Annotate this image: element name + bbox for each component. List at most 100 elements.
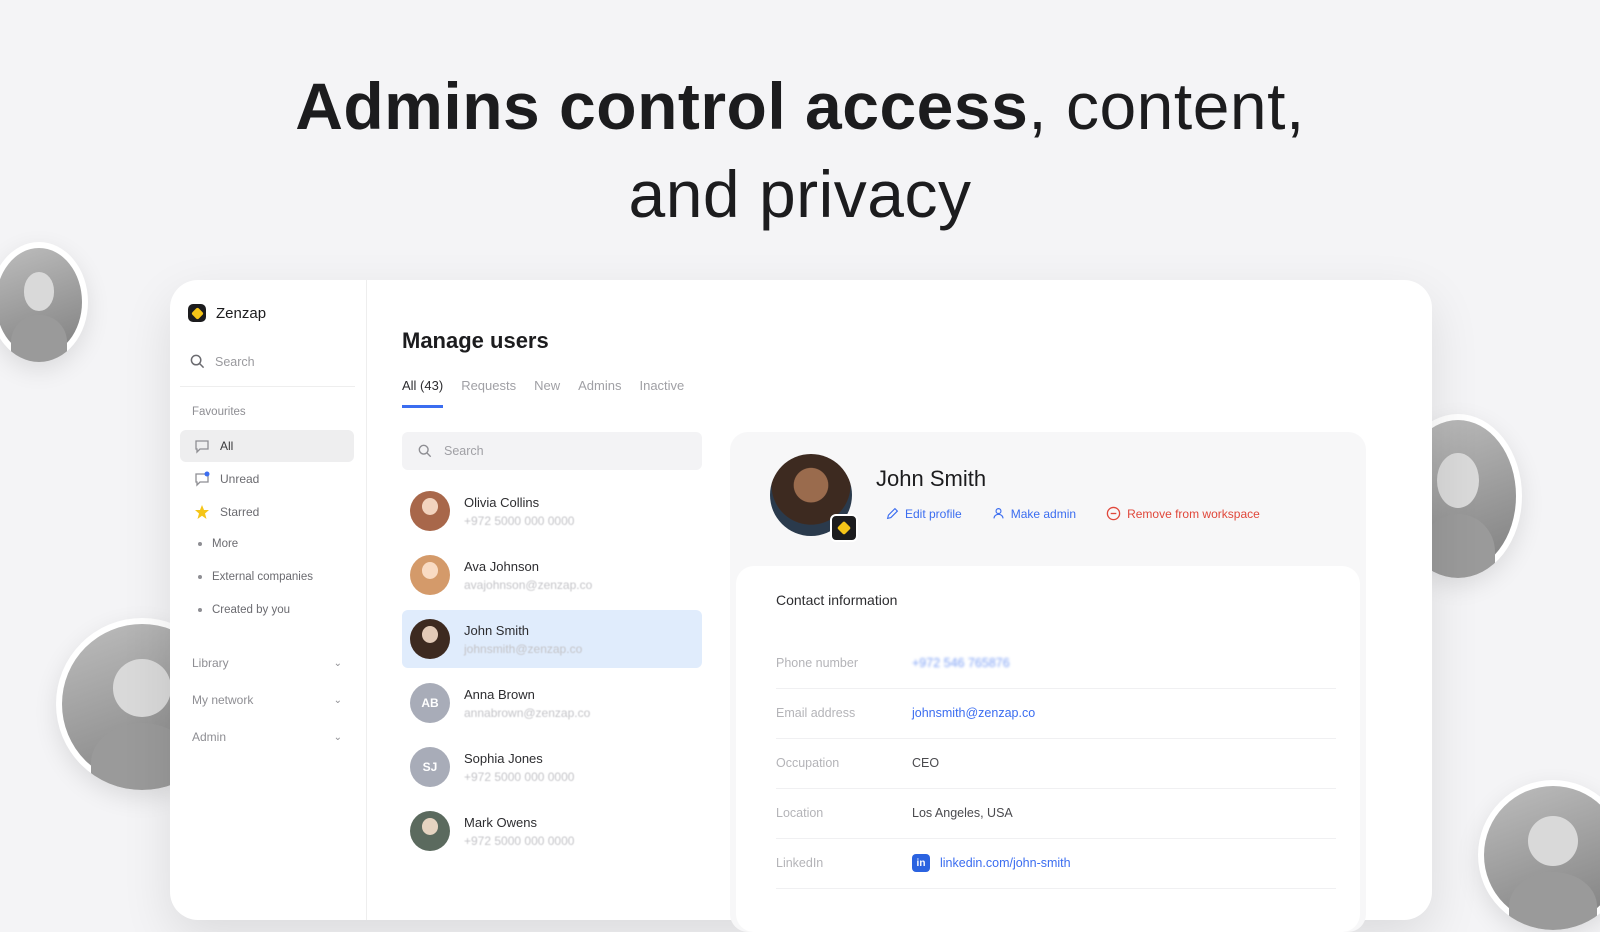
- edit-profile-button[interactable]: Edit profile: [886, 506, 962, 521]
- sidebar-item-unread[interactable]: Unread: [180, 463, 354, 495]
- workspace-badge-icon: [830, 514, 858, 542]
- sidebar-group-label: My network: [192, 693, 254, 707]
- user-name: Ava Johnson: [464, 558, 539, 574]
- user-avatar: [410, 555, 450, 595]
- page-title: Manage users: [402, 328, 549, 353]
- user-row[interactable]: AB Anna Brown annabrown@zenzap.co: [402, 674, 702, 732]
- user-avatar: AB: [410, 683, 450, 723]
- sidebar-search-placeholder: Search: [215, 354, 255, 369]
- remove-from-workspace-button[interactable]: Remove from workspace: [1106, 506, 1260, 521]
- contact-row: Location Los Angeles, USA: [776, 788, 1336, 839]
- tab-inactive[interactable]: Inactive: [639, 378, 684, 408]
- sidebar-item-label: Starred: [220, 505, 260, 519]
- user-list: Olivia Collins +972 5000 000 0000 Ava John…: [402, 482, 702, 866]
- sidebar-group-library[interactable]: Library ⌄: [192, 656, 342, 670]
- star-icon: [195, 505, 209, 519]
- remove-label: Remove from workspace: [1127, 506, 1260, 521]
- contact-row: Phone number +972 546 765876: [776, 638, 1336, 689]
- sidebar-sub-label: Created by you: [212, 604, 290, 616]
- contact-label: Phone number: [776, 656, 859, 670]
- contact-value[interactable]: johnsmith@zenzap.co: [912, 706, 1035, 720]
- app-window: Zenzap Search Favourites All Unread Star…: [170, 280, 1432, 932]
- user-avatar: [410, 619, 450, 659]
- make-admin-button[interactable]: Make admin: [992, 506, 1076, 521]
- sidebar-sub-label: More: [212, 538, 239, 550]
- contact-label: LinkedIn: [776, 856, 824, 870]
- headline: Admins control access, content, and priv…: [0, 62, 1600, 238]
- sidebar-sub-created[interactable]: Created by you: [198, 604, 290, 616]
- tab-new[interactable]: New: [534, 378, 560, 408]
- user-contact: avajohnson@zenzap.co: [464, 577, 593, 592]
- contact-value: +972 546 765876: [912, 656, 1010, 670]
- linkedin-icon: in: [912, 854, 930, 872]
- zenzap-logo-icon: [188, 304, 206, 322]
- search-icon: [190, 354, 205, 369]
- sidebar-group-label: Library: [192, 656, 229, 670]
- edit-profile-label: Edit profile: [905, 506, 962, 521]
- user-row[interactable]: Ava Johnson avajohnson@zenzap.co: [402, 546, 702, 604]
- contact-label: Email address: [776, 706, 856, 720]
- bullet-icon: [198, 575, 202, 579]
- user-detail-panel: John Smith Edit profile Make admin Remov…: [730, 432, 1366, 932]
- contact-value: Los Angeles, USA: [912, 806, 1013, 820]
- sidebar-search[interactable]: Search: [190, 354, 255, 369]
- sidebar-group-label: Admin: [192, 730, 227, 744]
- headline-strong: Admins control access: [295, 69, 1029, 143]
- sidebar-sub-label: External companies: [212, 571, 313, 583]
- user-contact: +972 5000 000 0000: [464, 833, 575, 848]
- floating-avatar-woman: [0, 242, 88, 362]
- sidebar-sub-more[interactable]: More: [198, 538, 238, 550]
- user-avatar: [410, 811, 450, 851]
- user-contact: +972 5000 000 0000: [464, 769, 575, 784]
- chevron-down-icon: ⌄: [333, 694, 342, 706]
- sidebar-divider: [180, 386, 355, 387]
- make-admin-label: Make admin: [1010, 506, 1077, 521]
- sidebar-item-label: Unread: [220, 472, 260, 486]
- user-admin-icon: [993, 508, 1004, 519]
- brand[interactable]: Zenzap: [188, 304, 266, 322]
- user-row[interactable]: SJ Sophia Jones +972 5000 000 0000: [402, 738, 702, 796]
- user-row[interactable]: Mark Owens +972 5000 000 0000: [402, 802, 702, 860]
- tab-requests[interactable]: Requests: [461, 378, 516, 408]
- contact-value[interactable]: linkedin.com/john-smith: [940, 856, 1071, 870]
- detail-user-name: John Smith: [876, 466, 987, 491]
- user-search-input[interactable]: Search: [402, 432, 702, 470]
- user-contact: annabrown@zenzap.co: [464, 705, 591, 720]
- tab-all[interactable]: All (43): [402, 378, 444, 408]
- sidebar-item-starred[interactable]: Starred: [180, 496, 354, 528]
- sidebar-item-all[interactable]: All: [180, 430, 354, 462]
- user-row[interactable]: John Smith johnsmith@zenzap.co: [402, 610, 702, 668]
- user-avatar: [410, 491, 450, 531]
- contact-label: Occupation: [776, 756, 840, 770]
- main-panel: Manage users All (43) Requests New Admin…: [366, 280, 1432, 932]
- user-name: John Smith: [464, 622, 530, 638]
- contact-row: Email address johnsmith@zenzap.co: [776, 688, 1336, 739]
- contact-row: Occupation CEO: [776, 738, 1336, 789]
- sidebar-group-network[interactable]: My network ⌄: [192, 693, 342, 707]
- headline-rest: , content,: [1028, 69, 1305, 143]
- remove-circle-icon: [1106, 506, 1121, 521]
- contact-label: Location: [776, 806, 824, 820]
- user-search-placeholder: Search: [444, 444, 484, 458]
- user-name: Mark Owens: [464, 814, 537, 830]
- user-name: Anna Brown: [464, 686, 535, 702]
- headline-line2: and privacy: [628, 157, 972, 231]
- chevron-down-icon: ⌄: [333, 657, 342, 669]
- bullet-icon: [198, 542, 202, 546]
- sidebar-group-admin[interactable]: Admin ⌄: [192, 730, 342, 744]
- contact-value: CEO: [912, 756, 940, 770]
- user-contact: +972 5000 000 0000: [464, 513, 575, 528]
- search-icon: [418, 444, 432, 458]
- chevron-down-icon: ⌄: [333, 731, 342, 743]
- bullet-icon: [198, 608, 202, 612]
- chat-icon: [195, 440, 209, 454]
- user-row[interactable]: Olivia Collins +972 5000 000 0000: [402, 482, 702, 540]
- contact-title: Contact information: [776, 592, 898, 608]
- sidebar-item-label: All: [220, 439, 234, 453]
- sidebar-sub-external[interactable]: External companies: [198, 571, 313, 583]
- brand-name: Zenzap: [216, 304, 267, 322]
- detail-actions: Edit profile Make admin Remove from work…: [886, 506, 1260, 521]
- pencil-icon: [886, 507, 899, 520]
- tab-admins[interactable]: Admins: [578, 378, 621, 408]
- floating-avatar-woman-2: [1478, 780, 1600, 930]
